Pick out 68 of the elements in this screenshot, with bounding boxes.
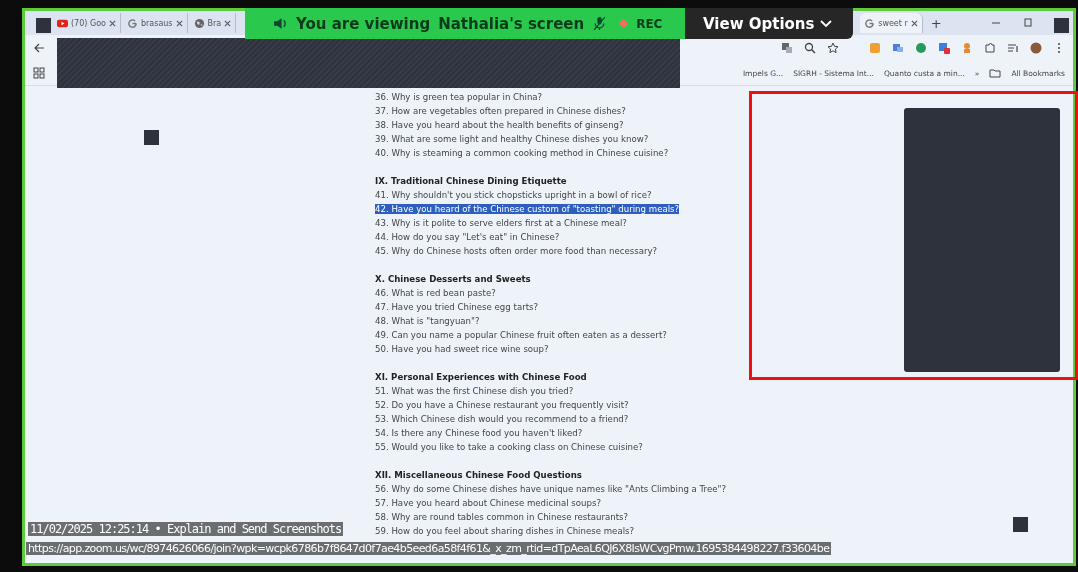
question-text: 47. Have you tried Chinese egg tarts? [375, 302, 539, 312]
extension-icon[interactable] [961, 42, 973, 54]
browser-tab[interactable]: brasaus [122, 13, 188, 33]
zoom-icon[interactable] [804, 42, 816, 54]
viewing-label: You are viewing [296, 14, 431, 33]
question-text: 39. What are some light and healthy Chinese dishes you know? [375, 134, 649, 144]
globe-icon [193, 17, 205, 29]
new-tab-button[interactable]: + [924, 15, 948, 31]
play-icon [57, 17, 68, 29]
close-icon[interactable] [224, 19, 232, 27]
question-text: 58. Why are round tables common in Chinese restaurants? [375, 512, 629, 522]
question-text: 50. Have you had sweet rice wine soup? [375, 344, 549, 354]
question-text: 40. Why is steaming a common cooking method in Chinese cuisine? [375, 148, 669, 158]
redaction-block [144, 130, 159, 145]
browser-tab[interactable]: Bra [189, 13, 237, 33]
question-text: 38. Have you heard about the health benefits of ginseng? [375, 120, 624, 130]
question-text: 49. Can you name a popular Chinese fruit often eaten as a dessert? [375, 330, 667, 340]
recording-label: REC [636, 16, 663, 31]
section-heading: IX. Traditional Chinese Dining Etiquette [375, 175, 568, 188]
question-text: 56. Why do some Chinese dishes have unique names like "Ants Climbing a Tree"? [375, 484, 727, 494]
speaker-icon [273, 16, 288, 31]
restore-icon[interactable] [1023, 18, 1033, 28]
close-icon[interactable] [175, 19, 183, 27]
redaction-block [36, 18, 51, 33]
media-icon[interactable] [1007, 42, 1019, 54]
browser-tab[interactable]: sweet r [860, 13, 923, 33]
close-icon[interactable] [108, 19, 116, 27]
avatar-icon[interactable] [1030, 42, 1042, 54]
extension-icon[interactable] [892, 42, 904, 54]
presenter-name: Nathalia's screen [438, 14, 585, 33]
question-text: 44. How do you say "Let's eat" in Chinese? [375, 232, 560, 242]
extension-icon[interactable] [938, 42, 950, 54]
translate-icon[interactable] [781, 42, 793, 54]
g-letter-icon [864, 17, 876, 29]
question-text: 53. Which Chinese dish would you recommend to a friend? [375, 414, 629, 424]
question-text: 45. Why do Chinese hosts often order more food than necessary? [375, 246, 658, 256]
g-letter-icon [126, 17, 138, 29]
record-dot-icon [619, 19, 629, 28]
redaction-block [1054, 18, 1069, 33]
question-text: 48. What is "tangyuan"? [375, 316, 480, 326]
apps-grid-icon[interactable] [33, 67, 45, 79]
question-text: 57. Have you heard about Chinese medicinal soups? [375, 498, 602, 508]
question-text: 37. How are vegetables often prepared in Chinese dishes? [375, 106, 626, 116]
capture-timestamp: 11/02/2025 12:25:14 • Explain and Send Screenshots [28, 522, 344, 536]
question-text: 52. Do you have a Chinese restaurant you frequently visit? [375, 400, 629, 410]
chevron-down-icon [820, 19, 833, 28]
section-heading: XII. Miscellaneous Chinese Food Questions [375, 469, 583, 482]
redaction-block [1013, 517, 1028, 532]
question-text: 43. Why is it polite to serve elders first at a Chinese meal? [375, 218, 627, 228]
section-heading: XI. Personal Experiences with Chinese Food [375, 371, 588, 384]
question-text: 36. Why is green tea popular in China? [375, 92, 543, 102]
back-arrow-icon[interactable] [33, 42, 45, 54]
browser-tab[interactable]: (70) Goo [53, 13, 121, 33]
question-text: 59. How do you feel about sharing dishes in Chinese meals? [375, 526, 635, 536]
question-text: 42. Have you heard of the Chinese custom of "toasting" during meals? [375, 204, 680, 214]
meeting-url: https://app.zoom.us/wc/8974626066/join?wpk=wcpk6786b7f8647d0f7ae4b5eed6a58f4f61&_x_zm_rtid=dTpAeaL6QJ6X8IsWCvgPmw.1695384498227.f33604be [26, 542, 832, 555]
view-options-button[interactable]: View Options [685, 8, 853, 39]
question-text: 51. What was the first Chinese dish you tried? [375, 386, 574, 396]
question-text: 55. Would you like to take a cooking class on Chinese cuisine? [375, 442, 643, 452]
close-icon[interactable] [910, 19, 918, 27]
folder-icon [989, 67, 1002, 79]
question-text: 54. Is there any Chinese food you haven't liked? [375, 428, 583, 438]
muted-mic-icon [592, 16, 608, 31]
star-icon[interactable] [827, 42, 839, 54]
extension-icon[interactable] [915, 42, 927, 54]
question-text: 41. Why shouldn't you stick chopsticks upright in a bowl of rice? [375, 190, 652, 200]
question-text: 46. What is red bean paste? [375, 288, 496, 298]
section-heading: X. Chinese Desserts and Sweets [375, 273, 532, 286]
